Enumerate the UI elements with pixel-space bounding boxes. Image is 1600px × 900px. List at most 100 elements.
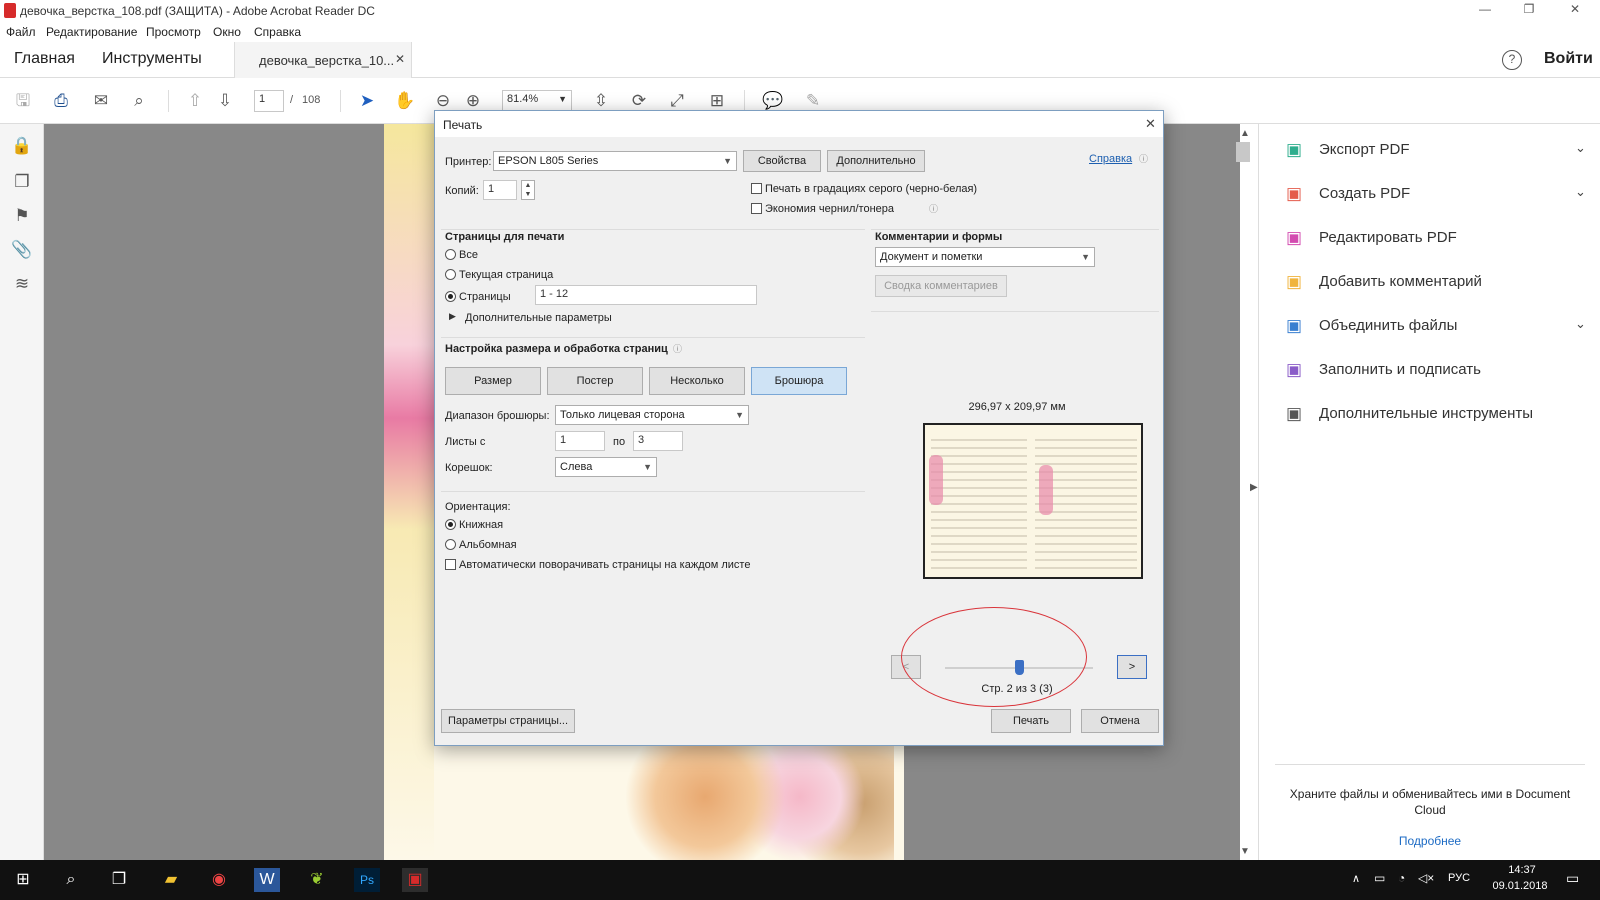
volume-icon[interactable]: ◁× bbox=[1418, 871, 1434, 885]
battery-icon[interactable]: ▭ bbox=[1374, 871, 1385, 885]
comments-summary-button[interactable]: Сводка комментариев bbox=[875, 275, 1007, 297]
app-leaf-icon[interactable]: ❦ bbox=[304, 868, 330, 892]
printer-select[interactable]: EPSON L805 Series ▼ bbox=[493, 151, 737, 171]
wifi-icon[interactable]: ◔ bbox=[1398, 871, 1405, 885]
acrobat-taskbar-icon[interactable]: ▣ bbox=[402, 868, 428, 892]
save-icon[interactable]: 🖫 bbox=[12, 90, 34, 112]
copies-stepper[interactable]: ▲ ▼ bbox=[521, 180, 535, 200]
tool-item[interactable]: ▣ Создать PDF ⌄ bbox=[1283, 180, 1593, 210]
menu-edit[interactable]: Редактирование bbox=[46, 25, 137, 39]
clock-time[interactable]: 14:37 bbox=[1494, 864, 1550, 876]
menu-help[interactable]: Справка bbox=[254, 25, 301, 39]
file-explorer-icon[interactable]: ▰ bbox=[158, 868, 184, 892]
minimize-icon[interactable]: — bbox=[1470, 2, 1500, 20]
booklet-range-select[interactable]: Только лицевая сторона ▼ bbox=[555, 405, 749, 425]
booklet-tab-button[interactable]: Брошюра bbox=[751, 367, 847, 395]
clock-date[interactable]: 09.01.2018 bbox=[1484, 880, 1556, 892]
scroll-up-icon[interactable]: ▲ bbox=[1240, 128, 1250, 139]
help-icon[interactable]: ? bbox=[1502, 50, 1522, 70]
windows-start-icon[interactable]: ⊞ bbox=[10, 868, 36, 892]
tab-tools[interactable]: Инструменты bbox=[102, 50, 202, 68]
help-link[interactable]: Справка bbox=[1089, 153, 1132, 165]
pages-radio[interactable] bbox=[445, 291, 456, 302]
sheets-from-input[interactable]: 1 bbox=[555, 431, 605, 451]
print-icon[interactable]: ⎙ bbox=[50, 90, 72, 112]
chevron-down-icon[interactable]: ⌄ bbox=[1575, 184, 1586, 200]
pages-range-input[interactable]: 1 - 12 bbox=[535, 285, 757, 305]
current-page-radio[interactable] bbox=[445, 269, 456, 280]
tool-item[interactable]: ▣ Заполнить и подписать bbox=[1283, 356, 1593, 386]
all-pages-radio[interactable] bbox=[445, 249, 456, 260]
chrome-icon[interactable]: ◉ bbox=[206, 868, 232, 892]
signin-button[interactable]: Войти bbox=[1544, 50, 1593, 68]
close-window-icon[interactable]: ✕ bbox=[1560, 2, 1590, 20]
hand-tool-icon[interactable]: ✋ bbox=[394, 90, 416, 112]
rotate-icon[interactable]: ⟳ bbox=[628, 90, 650, 112]
task-view-icon[interactable]: ❐ bbox=[106, 868, 132, 892]
lock-icon[interactable]: 🔒 bbox=[10, 136, 34, 160]
sheets-to-input[interactable]: 3 bbox=[633, 431, 683, 451]
taskbar-search-icon[interactable]: ⌕ bbox=[58, 868, 84, 892]
comment-tool-icon[interactable]: 💬 bbox=[762, 90, 784, 112]
tool-item[interactable]: ▣ Добавить комментарий bbox=[1283, 268, 1593, 298]
poster-tab-button[interactable]: Постер bbox=[547, 367, 643, 395]
copies-input[interactable]: 1 bbox=[483, 180, 517, 200]
next-page-icon[interactable]: ⇩ bbox=[214, 90, 236, 112]
zoom-out-icon[interactable]: ⊖ bbox=[432, 90, 454, 112]
fit-page-icon[interactable]: ⇳ bbox=[590, 90, 612, 112]
cancel-button[interactable]: Отмена bbox=[1081, 709, 1159, 733]
preview-next-button[interactable]: > bbox=[1117, 655, 1147, 679]
comments-select[interactable]: Документ и пометки ▼ bbox=[875, 247, 1095, 267]
menu-view[interactable]: Просмотр bbox=[146, 25, 201, 39]
cloud-learn-more-link[interactable]: Подробнее bbox=[1275, 834, 1585, 848]
notifications-icon[interactable]: ▭ bbox=[1566, 870, 1579, 887]
properties-button[interactable]: Свойства bbox=[743, 150, 821, 172]
zoom-in-icon[interactable]: ⊕ bbox=[462, 90, 484, 112]
auto-rotate-checkbox[interactable] bbox=[445, 559, 456, 570]
scroll-mode-icon[interactable]: ⊞ bbox=[706, 90, 728, 112]
select-cursor-icon[interactable]: ➤ bbox=[356, 90, 378, 112]
layers-icon[interactable]: ≋ bbox=[10, 274, 34, 298]
document-tab[interactable]: девочка_верстка_10... ✕ bbox=[234, 42, 412, 78]
menu-window[interactable]: Окно bbox=[213, 25, 241, 39]
page-number-input[interactable]: 1 bbox=[254, 90, 284, 112]
size-tab-button[interactable]: Размер bbox=[445, 367, 541, 395]
menu-file[interactable]: Файл bbox=[6, 25, 36, 39]
chevron-down-icon[interactable]: ⌄ bbox=[1575, 140, 1586, 156]
portrait-radio[interactable] bbox=[445, 519, 456, 530]
chevron-down-icon[interactable]: ⌄ bbox=[1575, 316, 1586, 332]
bookmark-icon[interactable]: ⚑ bbox=[10, 206, 34, 230]
language-indicator[interactable]: РУС bbox=[1448, 872, 1470, 884]
tool-item[interactable]: ▣ Экспорт PDF ⌄ bbox=[1283, 136, 1593, 166]
expand-triangle-icon[interactable]: ▶ bbox=[449, 311, 456, 322]
previous-page-icon[interactable]: ⇧ bbox=[184, 90, 206, 112]
advanced-button[interactable]: Дополнительно bbox=[827, 150, 925, 172]
tool-item[interactable]: ▣ Объединить файлы ⌄ bbox=[1283, 312, 1593, 342]
attachment-icon[interactable]: 📎 bbox=[10, 240, 34, 264]
pen-tool-icon[interactable]: ✎ bbox=[802, 90, 824, 112]
multiple-tab-button[interactable]: Несколько bbox=[649, 367, 745, 395]
restore-icon[interactable]: ❐ bbox=[1514, 2, 1544, 20]
email-icon[interactable]: ✉ bbox=[90, 90, 112, 112]
word-icon[interactable]: W bbox=[254, 868, 280, 892]
binding-select[interactable]: Слева ▼ bbox=[555, 457, 657, 477]
page-setup-button[interactable]: Параметры страницы... bbox=[441, 709, 575, 733]
close-tab-icon[interactable]: ✕ bbox=[395, 52, 405, 66]
tool-item[interactable]: ▣ Дополнительные инструменты bbox=[1283, 400, 1593, 430]
pages-icon[interactable]: ❐ bbox=[10, 172, 34, 196]
dialog-close-icon[interactable]: ✕ bbox=[1145, 116, 1156, 132]
tool-item[interactable]: ▣ Редактировать PDF bbox=[1283, 224, 1593, 254]
print-button[interactable]: Печать bbox=[991, 709, 1071, 733]
tab-home[interactable]: Главная bbox=[14, 50, 75, 68]
full-screen-icon[interactable]: ⤢ bbox=[666, 90, 688, 112]
scroll-down-icon[interactable]: ▼ bbox=[1240, 846, 1250, 857]
tray-chevron-icon[interactable]: ∧ bbox=[1352, 872, 1360, 885]
landscape-radio[interactable] bbox=[445, 539, 456, 550]
vertical-scrollbar-thumb[interactable] bbox=[1236, 142, 1250, 162]
zoom-select[interactable]: 81.4% ▼ bbox=[502, 90, 572, 112]
ink-save-checkbox[interactable] bbox=[751, 203, 762, 214]
photoshop-icon[interactable]: Ps bbox=[354, 868, 380, 892]
more-options-label[interactable]: Дополнительные параметры bbox=[465, 312, 612, 324]
search-icon[interactable]: ⌕ bbox=[128, 90, 150, 112]
grayscale-checkbox[interactable] bbox=[751, 183, 762, 194]
